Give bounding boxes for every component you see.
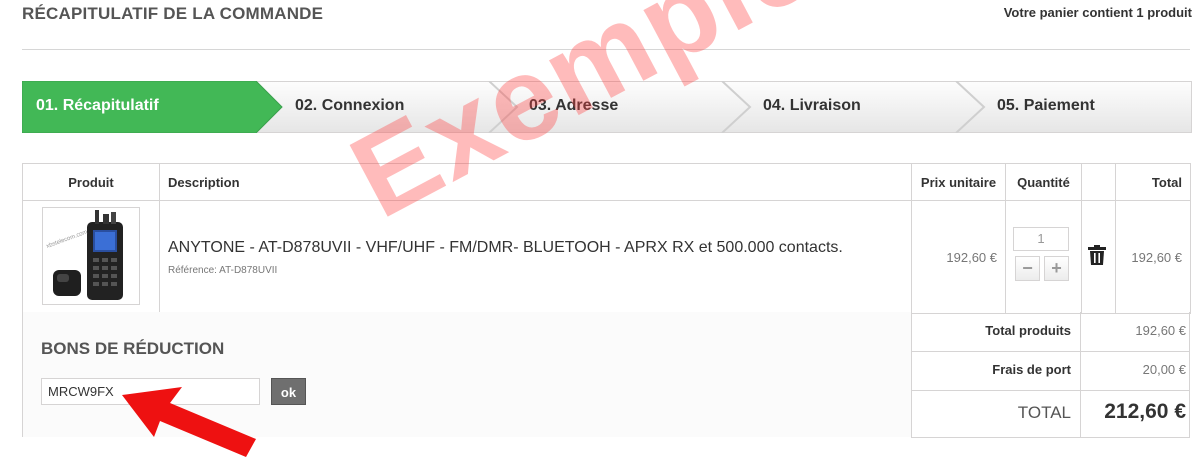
step-separator bbox=[488, 81, 519, 133]
total-products-label: Total produits bbox=[985, 323, 1071, 338]
divider bbox=[911, 351, 1190, 352]
grand-total-label: TOTAL bbox=[1017, 403, 1071, 422]
step-label: 03. Adresse bbox=[529, 97, 619, 114]
voucher-submit-button[interactable]: ok bbox=[271, 378, 306, 405]
step-shipping[interactable]: 04. Livraison bbox=[749, 81, 949, 133]
product-image-cell: xbstelecom.com bbox=[22, 200, 160, 314]
plus-icon[interactable]: + bbox=[1044, 256, 1069, 281]
cart-summary: Votre panier contient 1 produit bbox=[1003, 5, 1192, 20]
trash-icon[interactable] bbox=[1088, 245, 1106, 265]
divider bbox=[1080, 312, 1081, 437]
image-watermark-text: xbstelecom.com bbox=[46, 229, 89, 249]
divider bbox=[22, 49, 1190, 50]
step-label: 01. Récapitulatif bbox=[36, 97, 159, 114]
step-login[interactable]: 02. Connexion bbox=[281, 81, 481, 133]
table-header-row: Produit Description Prix unitaire Quanti… bbox=[22, 163, 1191, 201]
header-unit-price: Prix unitaire bbox=[911, 163, 1006, 201]
header-description: Description bbox=[159, 163, 912, 201]
step-summary[interactable]: 01. Récapitulatif bbox=[22, 81, 262, 133]
step-address[interactable]: 03. Adresse bbox=[515, 81, 715, 133]
step-label: 05. Paiement bbox=[997, 97, 1095, 114]
step-label: 04. Livraison bbox=[763, 97, 861, 114]
product-description-cell: ANYTONE - AT-D878UVII - VHF/UHF - FM/DMR… bbox=[159, 200, 912, 314]
vouchers-title: BONS DE RÉDUCTION bbox=[41, 339, 225, 358]
header-total: Total bbox=[1115, 163, 1191, 201]
grand-total-value: 212,60 € bbox=[1104, 400, 1186, 423]
divider bbox=[1189, 312, 1190, 437]
page-title: RÉCAPITULATIF DE LA COMMANDE bbox=[22, 4, 324, 23]
arrow-shape bbox=[122, 387, 256, 457]
line-total: 192,60 € bbox=[1115, 200, 1191, 314]
order-steps: 01. Récapitulatif 02. Connexion 03. Adre… bbox=[22, 81, 1192, 133]
product-reference: Référence: AT-D878UVII bbox=[168, 264, 278, 276]
product-title[interactable]: ANYTONE - AT-D878UVII - VHF/UHF - FM/DMR… bbox=[168, 239, 910, 257]
header-product: Produit bbox=[22, 163, 160, 201]
shipping-label: Frais de port bbox=[992, 362, 1071, 377]
step-label: 02. Connexion bbox=[295, 97, 405, 114]
step-separator bbox=[955, 81, 986, 133]
total-products-value: 192,60 € bbox=[1135, 323, 1186, 338]
step-separator bbox=[721, 81, 752, 133]
quantity-input[interactable]: 1 bbox=[1013, 227, 1069, 251]
divider bbox=[911, 312, 912, 437]
unit-price: 192,60 € bbox=[911, 200, 1006, 314]
header-empty bbox=[1081, 163, 1116, 201]
product-thumbnail[interactable]: xbstelecom.com bbox=[42, 207, 140, 305]
step-payment[interactable]: 05. Paiement bbox=[983, 81, 1183, 133]
minus-icon[interactable]: − bbox=[1015, 256, 1040, 281]
shipping-value: 20,00 € bbox=[1142, 362, 1186, 377]
radio-product-image: xbstelecom.com bbox=[46, 210, 123, 300]
header-quantity: Quantité bbox=[1005, 163, 1082, 201]
divider bbox=[911, 390, 1190, 391]
red-arrow-annotation bbox=[122, 387, 256, 457]
divider bbox=[911, 437, 1190, 438]
